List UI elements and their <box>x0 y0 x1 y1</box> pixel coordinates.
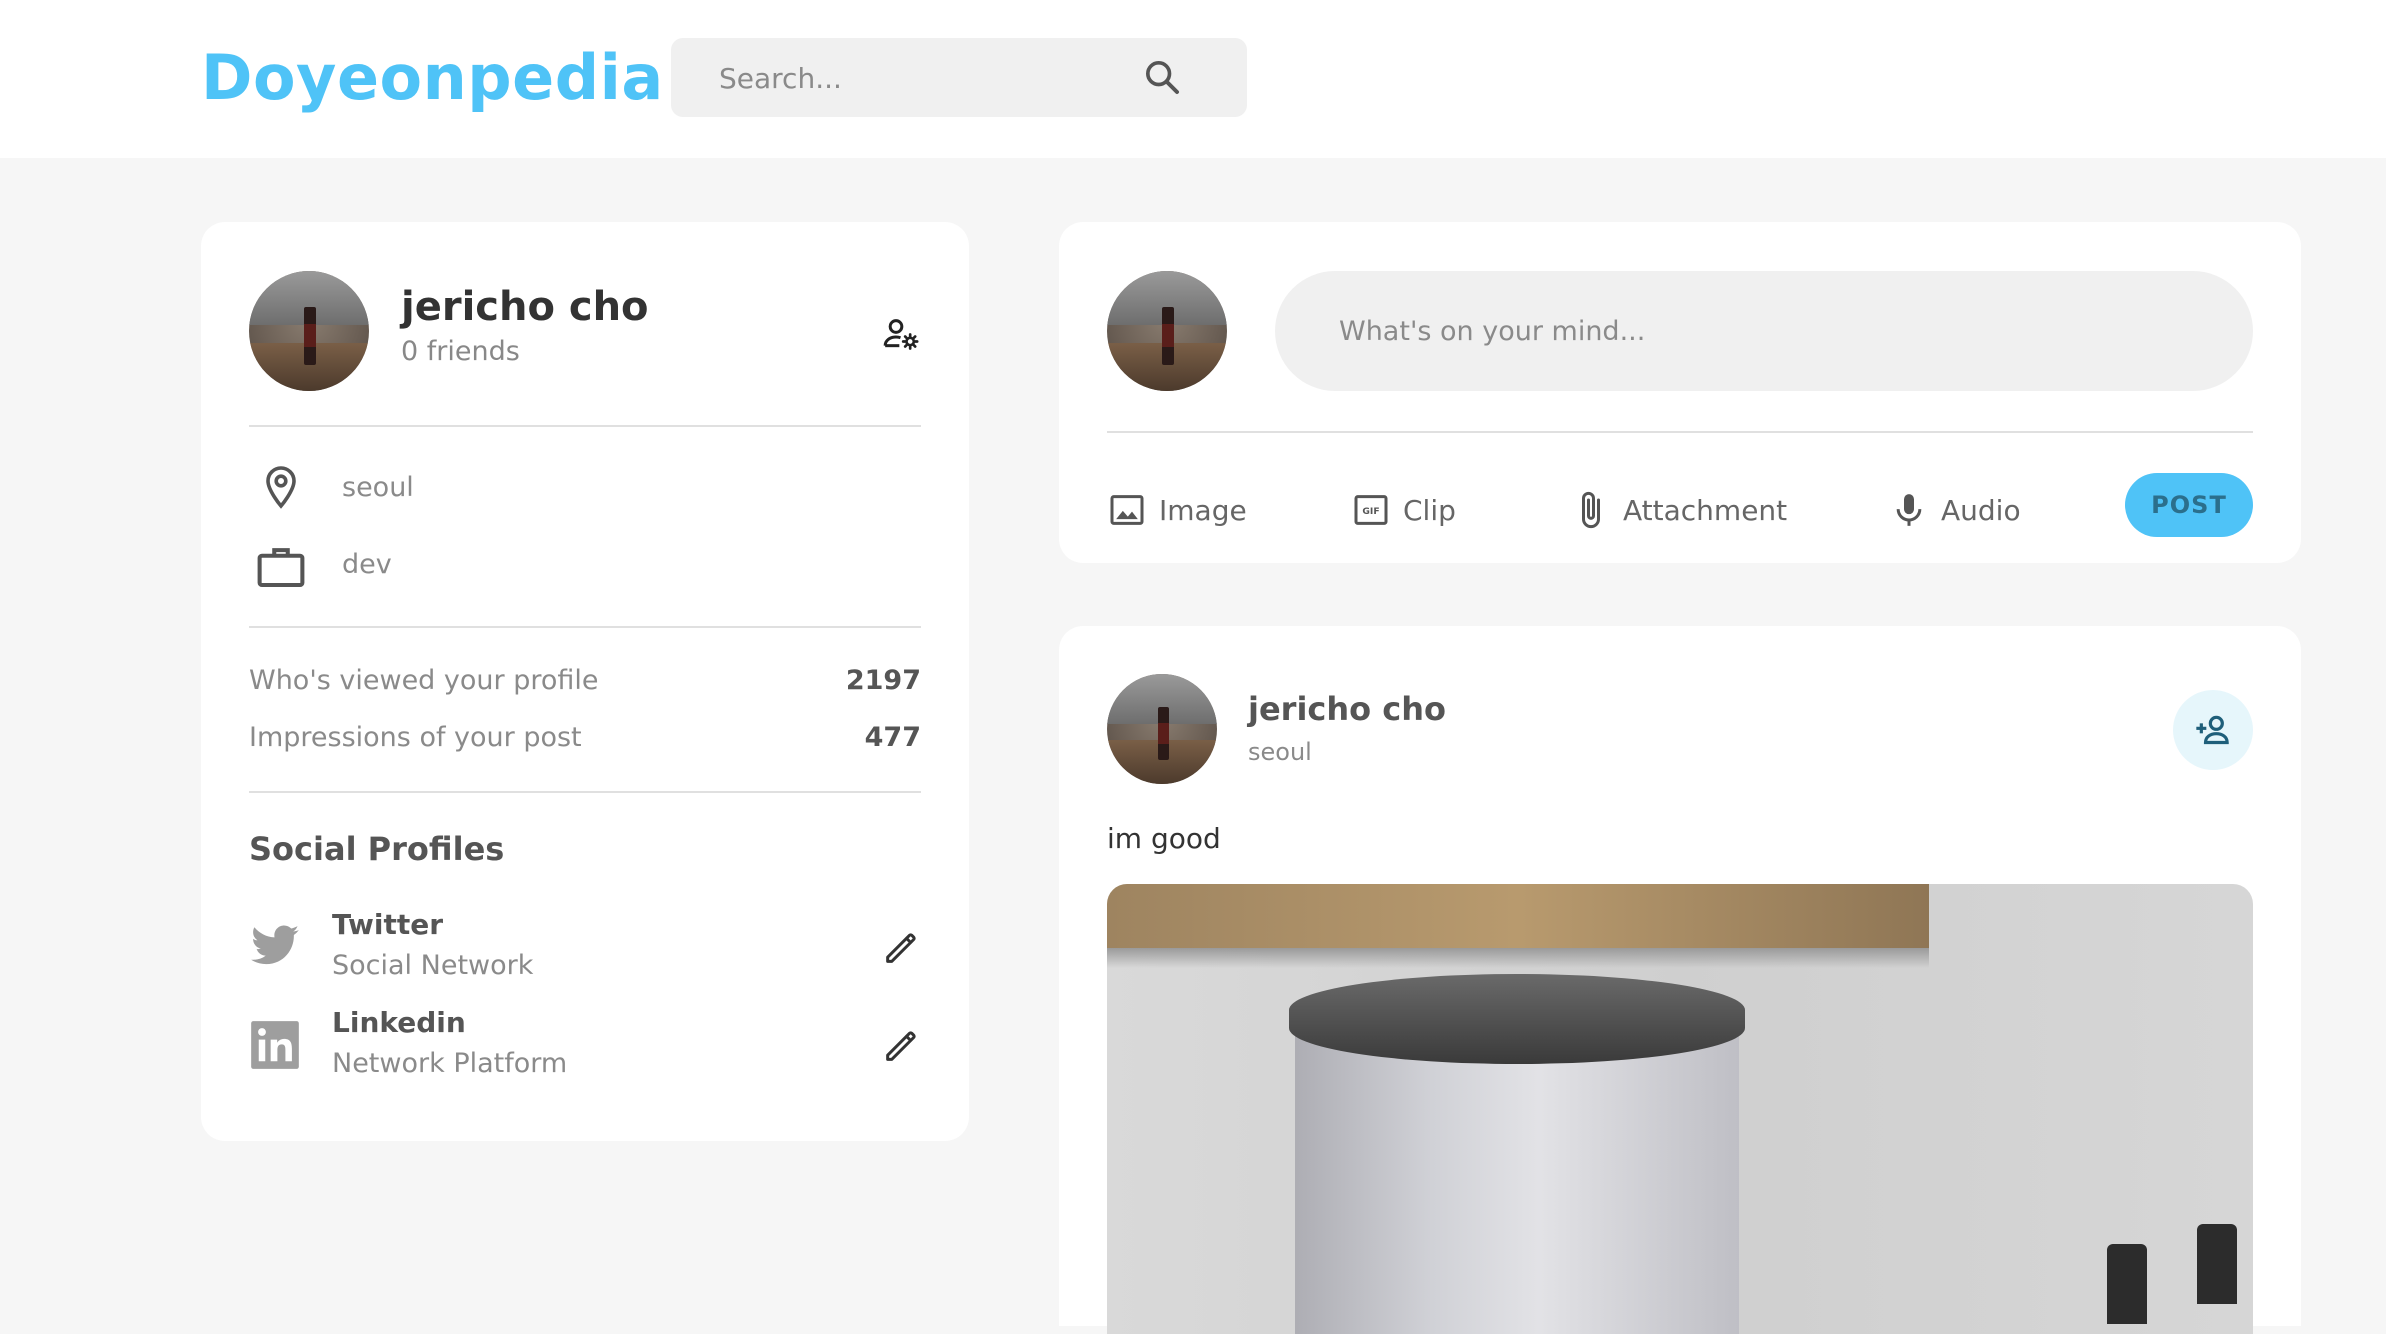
twitter-icon <box>251 925 299 965</box>
location-text: seoul <box>342 472 414 503</box>
divider <box>1107 431 2253 433</box>
post-button[interactable]: POST <box>2125 473 2253 537</box>
profile-card: jericho cho 0 friends seoul dev Who's vi… <box>201 222 969 1141</box>
impressions-value: 477 <box>864 722 921 753</box>
social-profiles-title: Social Profiles <box>249 830 505 868</box>
location-pin-icon <box>266 466 296 509</box>
profile-views-label: Who's viewed your profile <box>249 665 599 696</box>
twitter-label: Twitter <box>332 908 444 941</box>
attachment-label: Attachment <box>1623 493 1788 527</box>
post-composer: Image GIF Clip Attachment Audio POST <box>1059 222 2301 563</box>
clip-label: Clip <box>1403 493 1456 527</box>
divider <box>249 425 921 427</box>
linkedin-label: Linkedin <box>332 1006 466 1039</box>
clip-button[interactable]: GIF Clip <box>1351 485 1456 535</box>
microphone-icon <box>1896 494 1922 526</box>
search-icon[interactable] <box>1142 57 1182 97</box>
avatar[interactable] <box>249 271 369 391</box>
person-add-icon <box>2196 715 2229 745</box>
post-image[interactable] <box>1107 884 2253 1334</box>
paperclip-icon <box>1582 491 1600 529</box>
divider <box>249 626 921 628</box>
profile-views-value: 2197 <box>845 665 921 696</box>
image-label: Image <box>1159 493 1247 527</box>
divider <box>249 791 921 793</box>
manage-account-icon[interactable] <box>881 314 921 354</box>
search-bar <box>671 38 1247 119</box>
audio-label: Audio <box>1941 493 2021 527</box>
image-icon <box>1110 495 1144 525</box>
post-author[interactable]: jericho cho <box>1248 690 1446 728</box>
svg-text:GIF: GIF <box>1362 506 1379 517</box>
avatar[interactable] <box>1107 674 1217 784</box>
linkedin-icon <box>251 1021 299 1069</box>
image-button[interactable]: Image <box>1107 485 1247 535</box>
gif-icon: GIF <box>1354 495 1388 525</box>
briefcase-icon <box>257 548 305 588</box>
friends-count: 0 friends <box>401 336 520 367</box>
top-navbar: Doyeonpedia <box>0 0 2386 158</box>
linkedin-sub: Network Platform <box>332 1048 568 1079</box>
avatar[interactable] <box>1107 271 1227 391</box>
app-logo[interactable]: Doyeonpedia <box>201 38 664 118</box>
post-card: jericho cho seoul im good <box>1059 626 2301 1334</box>
post-location: seoul <box>1248 738 1312 766</box>
profile-name[interactable]: jericho cho <box>401 284 649 330</box>
add-friend-button[interactable] <box>2173 690 2253 770</box>
audio-button[interactable]: Audio <box>1889 485 2021 535</box>
post-text: im good <box>1107 822 1221 855</box>
attachment-button[interactable]: Attachment <box>1571 485 1787 535</box>
edit-linkedin-button[interactable] <box>881 1026 921 1066</box>
occupation-text: dev <box>342 549 392 580</box>
post-input[interactable] <box>1275 271 2253 391</box>
edit-twitter-button[interactable] <box>881 928 921 968</box>
twitter-sub: Social Network <box>332 950 534 981</box>
impressions-label: Impressions of your post <box>249 722 582 753</box>
search-input[interactable] <box>671 38 1181 119</box>
